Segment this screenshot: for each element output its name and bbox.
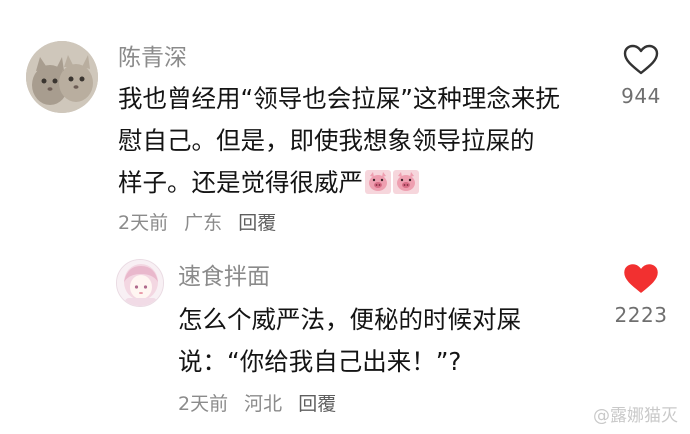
comment-line: 我也曾经用“领导也会拉屎”这种理念来抚 bbox=[118, 84, 560, 113]
heart-icon[interactable] bbox=[623, 263, 659, 295]
reply-button[interactable]: 回覆 bbox=[298, 393, 336, 415]
reply-line: 怎么个威严法，便秘的时候对屎 bbox=[178, 305, 521, 334]
like-button[interactable]: 944 bbox=[596, 44, 686, 108]
reply-line: 说：“你给我自己出来！”? bbox=[178, 347, 462, 376]
reply-text: 怎么个威严法，便秘的时候对屎 说：“你给我自己出来！”? bbox=[178, 299, 578, 383]
avatar-anime[interactable] bbox=[116, 259, 164, 307]
comment-line: 慰自己。但是，即使我想象领导拉屎的 bbox=[118, 126, 535, 155]
cat-avatar-icon bbox=[26, 41, 98, 113]
pig-emoji-icon bbox=[393, 170, 419, 194]
reply-meta: 2天前 河北 回覆 bbox=[178, 392, 336, 416]
pig-emoji-icon bbox=[365, 170, 391, 194]
reply-time: 2天前 bbox=[178, 393, 229, 415]
like-button-liked[interactable]: 2223 bbox=[596, 263, 686, 327]
comment-line-with-emoji: 样子。还是觉得很威严 bbox=[118, 162, 598, 204]
like-count: 944 bbox=[621, 84, 661, 108]
reply-username[interactable]: 速食拌面 bbox=[178, 263, 270, 291]
watermark: @露娜猫灭 bbox=[593, 406, 678, 426]
like-count: 2223 bbox=[614, 303, 668, 327]
reply-location: 河北 bbox=[244, 393, 283, 415]
comment-location: 广东 bbox=[184, 212, 223, 234]
heart-icon[interactable] bbox=[623, 44, 659, 76]
anime-girl-avatar-icon bbox=[117, 260, 163, 306]
reply-button[interactable]: 回覆 bbox=[238, 212, 276, 234]
avatar-cats[interactable] bbox=[26, 41, 98, 113]
comment-text: 我也曾经用“领导也会拉屎”这种理念来抚 慰自己。但是，即使我想象领导拉屎的 样子… bbox=[118, 78, 598, 204]
comment-line: 样子。还是觉得很威严 bbox=[118, 168, 363, 197]
comment-username[interactable]: 陈青深 bbox=[118, 44, 187, 72]
comment-meta: 2天前 广东 回覆 bbox=[118, 211, 276, 235]
comment-time: 2天前 bbox=[118, 212, 169, 234]
